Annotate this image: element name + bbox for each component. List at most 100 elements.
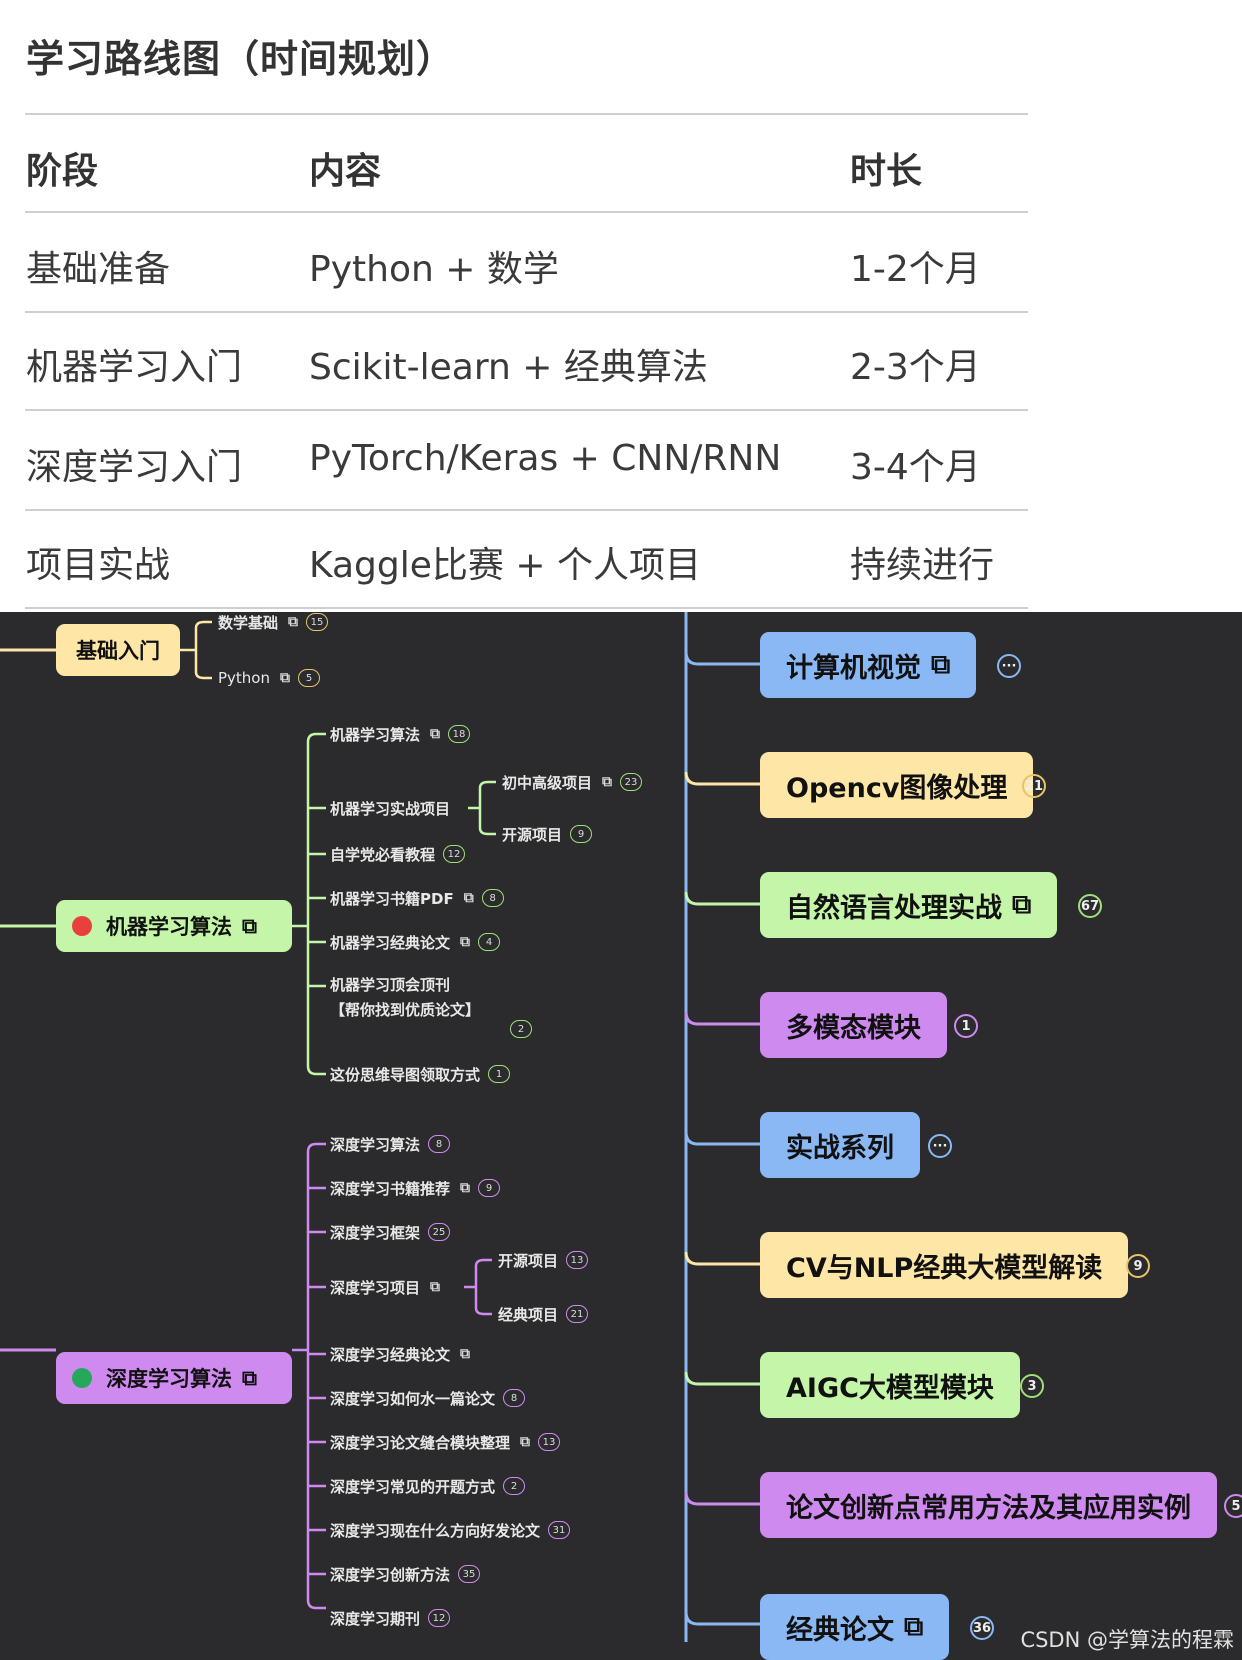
right-node-innovation[interactable]: 论文创新点常用方法及其应用实例	[760, 1472, 1217, 1538]
table-cell: Kaggle比赛 + 个人项目	[309, 545, 701, 586]
count-badge: 12	[428, 1609, 451, 1627]
more-badge[interactable]: ···	[997, 654, 1021, 678]
leaf-mindmap-access[interactable]: 这份思维导图领取方式 1	[330, 1064, 511, 1084]
leaf-dl-classic-projects[interactable]: 经典项目 21	[498, 1304, 589, 1324]
count-badge: 23	[620, 773, 643, 791]
leaf-ml-papers[interactable]: 机器学习经典论文 ⧉ 4	[330, 932, 501, 952]
count-badge: 8	[428, 1135, 451, 1153]
count-badge: 8	[503, 1389, 526, 1407]
table-header-content: 内容	[309, 151, 382, 192]
table-divider	[25, 211, 1028, 213]
leaf-ml-tutorials[interactable]: 自学党必看教程 12	[330, 844, 466, 864]
external-link-icon[interactable]: ⧉	[520, 1434, 530, 1450]
dl-node[interactable]: 深度学习算法 ⧉	[56, 1352, 292, 1404]
table-divider	[25, 113, 1028, 115]
external-link-icon[interactable]: ⧉	[460, 934, 470, 950]
count-badge: 9	[570, 825, 593, 843]
count-badge: 36	[970, 1616, 994, 1640]
external-link-icon[interactable]: ⧉	[904, 1611, 923, 1643]
dl-node-label: 深度学习算法	[106, 1367, 232, 1391]
count-badge: 21	[566, 1305, 589, 1323]
basics-node[interactable]: 基础入门	[56, 624, 180, 676]
right-node-opencv[interactable]: Opencv图像处理	[760, 752, 1034, 818]
right-node-cv-nlp-models[interactable]: CV与NLP经典大模型解读	[760, 1232, 1129, 1298]
count-badge: 31	[548, 1521, 571, 1539]
right-node-multimodal[interactable]: 多模态模块	[760, 992, 947, 1058]
table-cell: 持续进行	[850, 545, 995, 586]
count-badge: 67	[1078, 894, 1102, 918]
table-divider	[25, 311, 1028, 313]
ml-node-label: 机器学习算法	[106, 915, 232, 939]
count-badge: 9	[478, 1179, 501, 1197]
table-cell: 深度学习入门	[26, 447, 243, 488]
external-link-icon[interactable]: ⧉	[931, 649, 950, 681]
table-divider	[25, 509, 1028, 511]
leaf-dl-open-source[interactable]: 开源项目 13	[498, 1250, 589, 1270]
leaf-dl-modules[interactable]: 深度学习论文缝合模块整理 ⧉ 13	[330, 1432, 561, 1452]
count-badge: 13	[566, 1251, 589, 1269]
leaf-python[interactable]: Python ⧉ 5	[218, 668, 320, 688]
count-badge: 3	[1020, 1374, 1044, 1398]
count-badge: 13	[538, 1433, 561, 1451]
leaf-dl-write-paper[interactable]: 深度学习如何水一篇论文 8	[330, 1388, 526, 1408]
count-badge: 21	[1022, 774, 1046, 798]
table-cell: 2-3个月	[850, 347, 981, 388]
leaf-dl-frameworks[interactable]: 深度学习框架 25	[330, 1222, 451, 1242]
count-badge: 5	[298, 669, 320, 687]
table-cell: 1-2个月	[850, 249, 981, 290]
leaf-ml-open-source[interactable]: 开源项目 9	[502, 824, 593, 844]
leaf-dl-projects[interactable]: 深度学习项目 ⧉	[330, 1277, 440, 1297]
mind-map: 基础入门 数学基础 ⧉ 15 Python ⧉ 5 机器学习算法 ⧉ 机器学习算…	[0, 612, 1242, 1660]
right-node-cv[interactable]: 计算机视觉 ⧉	[760, 632, 977, 698]
right-node-classic-papers[interactable]: 经典论文 ⧉	[760, 1594, 950, 1660]
leaf-dl-directions[interactable]: 深度学习现在什么方向好发论文 31	[330, 1520, 571, 1540]
external-link-icon[interactable]: ⧉	[430, 1279, 440, 1295]
more-badge[interactable]: ···	[928, 1134, 952, 1158]
external-link-icon[interactable]: ⧉	[242, 1366, 257, 1391]
table-cell: 项目实战	[26, 545, 171, 586]
count-badge: 35	[458, 1565, 481, 1583]
table-divider	[25, 607, 1028, 609]
timeline-table-section: 学习路线图（时间规划） 阶段 内容 时长 基础准备 Python + 数学 1-…	[0, 0, 1242, 612]
leaf-dl-papers[interactable]: 深度学习经典论文 ⧉	[330, 1344, 470, 1364]
external-link-icon[interactable]: ⧉	[280, 670, 290, 686]
count-badge: 9	[1126, 1254, 1150, 1278]
red-dot-icon	[72, 916, 92, 936]
count-badge: 8	[481, 889, 504, 907]
count-badge: 4	[478, 933, 501, 951]
external-link-icon[interactable]: ⧉	[464, 890, 474, 906]
leaf-ml-books[interactable]: 机器学习书籍PDF ⧉ 8	[330, 888, 504, 908]
right-node-practice[interactable]: 实战系列	[760, 1112, 920, 1178]
count-badge: 15	[306, 613, 329, 631]
table-cell: Python + 数学	[309, 249, 559, 290]
count-badge: 2	[510, 1020, 532, 1038]
ml-node[interactable]: 机器学习算法 ⧉	[56, 900, 292, 952]
leaf-dl-journals[interactable]: 深度学习期刊 12	[330, 1608, 451, 1628]
leaf-dl-algorithms[interactable]: 深度学习算法 8	[330, 1134, 451, 1154]
external-link-icon[interactable]: ⧉	[602, 774, 612, 790]
external-link-icon[interactable]: ⧉	[1012, 889, 1031, 921]
table-cell: PyTorch/Keras + CNN/RNN	[309, 438, 782, 479]
external-link-icon[interactable]: ⧉	[460, 1346, 470, 1362]
leaf-ml-conferences[interactable]: 机器学习顶会顶刊 【帮你找到优质论文】	[330, 974, 480, 1020]
leaf-ml-algorithms[interactable]: 机器学习算法 ⧉ 18	[330, 724, 471, 744]
leaf-dl-innovation[interactable]: 深度学习创新方法 35	[330, 1564, 481, 1584]
table-cell: Scikit-learn + 经典算法	[309, 347, 708, 388]
right-node-aigc[interactable]: AIGC大模型模块	[760, 1352, 1020, 1418]
external-link-icon[interactable]: ⧉	[288, 614, 298, 630]
leaf-math-basics[interactable]: 数学基础 ⧉ 15	[218, 612, 329, 632]
external-link-icon[interactable]: ⧉	[460, 1180, 470, 1196]
count-badge: 12	[443, 845, 466, 863]
right-node-nlp[interactable]: 自然语言处理实战 ⧉	[760, 872, 1058, 938]
leaf-ml-projects[interactable]: 机器学习实战项目	[330, 798, 450, 818]
table-cell: 机器学习入门	[26, 347, 243, 388]
table-header-stage: 阶段	[26, 151, 99, 192]
page-title: 学习路线图（时间规划）	[26, 37, 456, 81]
external-link-icon[interactable]: ⧉	[242, 914, 257, 939]
table-cell: 基础准备	[26, 249, 171, 290]
leaf-dl-books[interactable]: 深度学习书籍推荐 ⧉ 9	[330, 1178, 501, 1198]
table-divider	[25, 409, 1028, 411]
external-link-icon[interactable]: ⧉	[430, 726, 440, 742]
leaf-ml-graded-projects[interactable]: 初中高级项目 ⧉ 23	[502, 772, 643, 792]
leaf-dl-topics[interactable]: 深度学习常见的开题方式 2	[330, 1476, 526, 1496]
